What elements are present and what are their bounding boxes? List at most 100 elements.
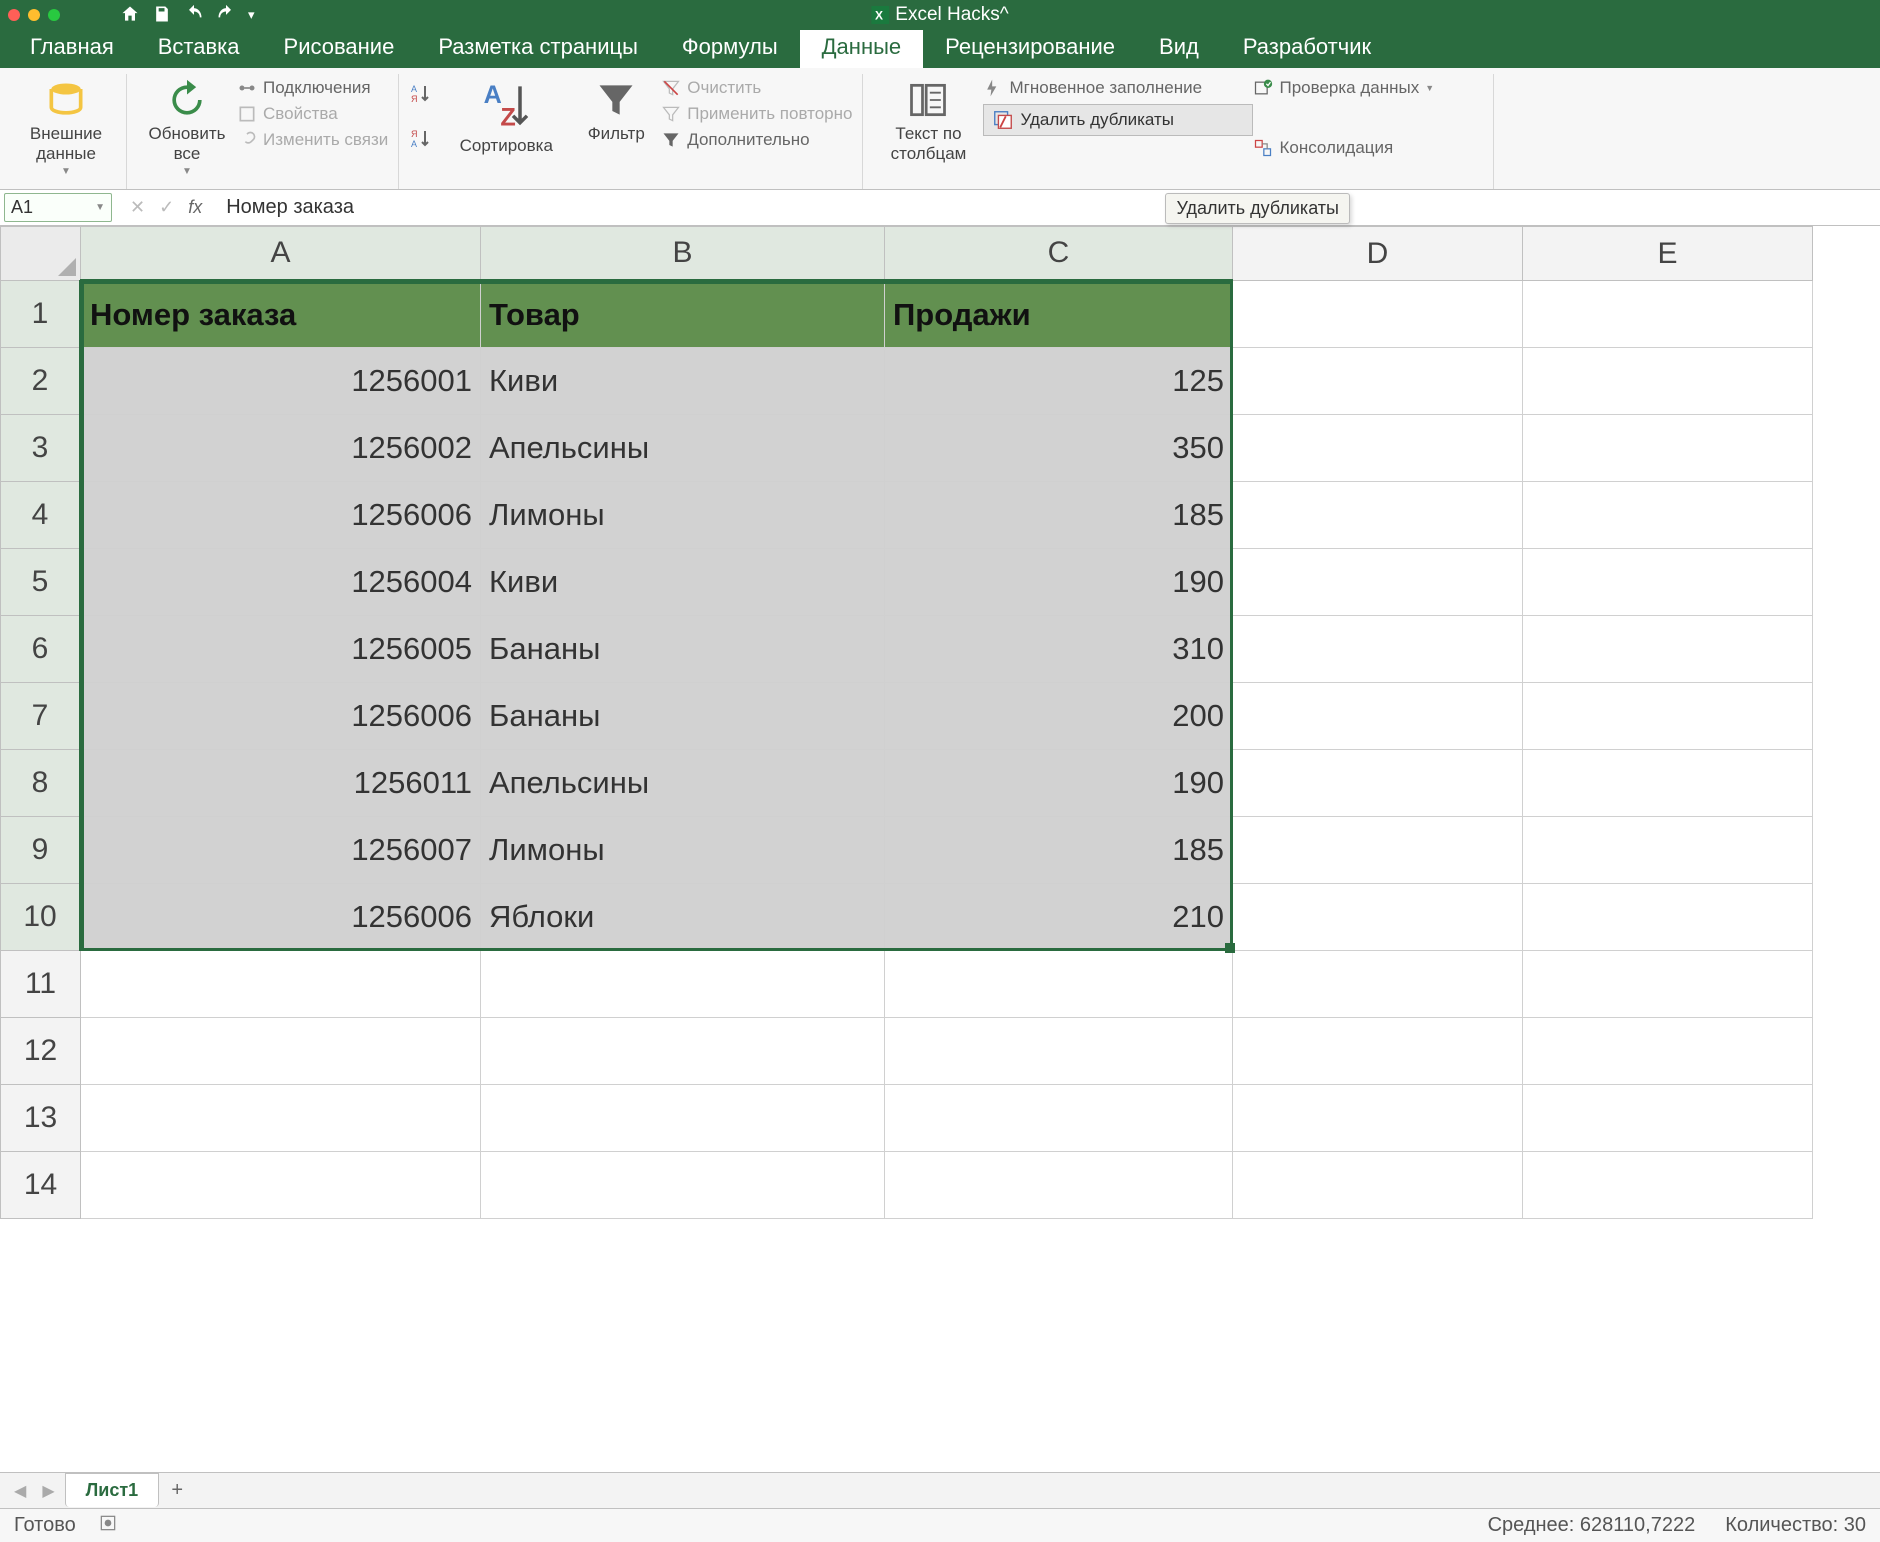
cell[interactable] [1233,750,1523,817]
filter-button[interactable]: Фильтр [571,74,661,144]
cell[interactable]: 1256006 [81,683,481,750]
cell[interactable]: 185 [885,817,1233,884]
cell[interactable] [1233,951,1523,1018]
cell[interactable] [1233,549,1523,616]
advanced-filter-button[interactable]: Дополнительно [661,130,852,150]
cell[interactable]: 210 [885,884,1233,951]
save-icon[interactable] [152,4,172,27]
cancel-formula-icon[interactable]: ✕ [130,197,145,218]
data-validation-button[interactable]: Проверка данных▼ [1253,78,1483,98]
row-header-3[interactable]: 3 [1,415,81,482]
column-header-E[interactable]: E [1523,227,1813,281]
cell[interactable]: 1256002 [81,415,481,482]
tab-review[interactable]: Рецензирование [923,26,1137,68]
cell[interactable]: Товар [481,281,885,348]
select-all-corner[interactable] [1,227,81,281]
tab-insert[interactable]: Вставка [136,26,262,68]
cell[interactable] [1523,415,1813,482]
cell[interactable] [885,1152,1233,1219]
cell[interactable]: 1256006 [81,482,481,549]
sort-asc-icon[interactable]: АЯ [409,82,433,109]
cell[interactable] [481,951,885,1018]
connections-button[interactable]: Подключения [237,78,388,98]
row-header-12[interactable]: 12 [1,1018,81,1085]
external-data-button[interactable]: Внешние данные ▼ [16,74,116,177]
cell[interactable]: Лимоны [481,482,885,549]
cell[interactable] [1233,415,1523,482]
cell[interactable] [885,951,1233,1018]
cell[interactable] [81,1152,481,1219]
row-header-10[interactable]: 10 [1,884,81,951]
cell[interactable] [1233,884,1523,951]
tab-page-layout[interactable]: Разметка страницы [416,26,660,68]
row-header-8[interactable]: 8 [1,750,81,817]
cell[interactable] [81,951,481,1018]
accept-formula-icon[interactable]: ✓ [159,197,174,218]
cell[interactable]: Апельсины [481,415,885,482]
sheet-nav-prev[interactable]: ◀ [8,1481,32,1501]
cell[interactable]: 185 [885,482,1233,549]
consolidate-button[interactable]: Консолидация [1253,138,1483,158]
cell[interactable]: Лимоны [481,817,885,884]
cell[interactable] [1233,348,1523,415]
cell[interactable] [1523,281,1813,348]
redo-icon[interactable] [216,4,236,27]
row-header-6[interactable]: 6 [1,616,81,683]
cell[interactable]: 1256007 [81,817,481,884]
cell[interactable] [1523,750,1813,817]
cell[interactable] [81,1085,481,1152]
cell[interactable]: Продажи [885,281,1233,348]
cell[interactable] [481,1018,885,1085]
cell[interactable]: Номер заказа [81,281,481,348]
cell[interactable]: 190 [885,549,1233,616]
cell[interactable]: 1256006 [81,884,481,951]
undo-icon[interactable] [184,4,204,27]
name-box[interactable]: A1 ▼ [4,193,112,222]
cell[interactable]: 200 [885,683,1233,750]
cell[interactable]: 310 [885,616,1233,683]
cell[interactable] [885,1085,1233,1152]
cell[interactable]: Бананы [481,683,885,750]
cell[interactable] [1523,616,1813,683]
minimize-window-button[interactable] [28,9,40,21]
flash-fill-button[interactable]: Мгновенное заполнение [983,78,1253,98]
cell[interactable]: Бананы [481,616,885,683]
cell[interactable] [1233,1085,1523,1152]
fx-icon[interactable]: fx [188,197,202,218]
cell[interactable] [1523,683,1813,750]
cell[interactable]: 125 [885,348,1233,415]
cell[interactable]: Апельсины [481,750,885,817]
sort-button[interactable]: AZ Сортировка [441,74,571,156]
cell[interactable] [1523,1085,1813,1152]
cell[interactable] [1233,817,1523,884]
cell[interactable] [1233,683,1523,750]
close-window-button[interactable] [8,9,20,21]
reapply-filter-button[interactable]: Применить повторно [661,104,852,124]
row-header-9[interactable]: 9 [1,817,81,884]
clear-filter-button[interactable]: Очистить [661,78,852,98]
cell[interactable] [81,1018,481,1085]
row-header-5[interactable]: 5 [1,549,81,616]
cell[interactable] [1523,482,1813,549]
row-header-13[interactable]: 13 [1,1085,81,1152]
cell[interactable] [1233,482,1523,549]
tab-formulas[interactable]: Формулы [660,26,800,68]
row-header-14[interactable]: 14 [1,1152,81,1219]
sheet-tab-1[interactable]: Лист1 [65,1473,160,1507]
cell[interactable] [1233,616,1523,683]
cell[interactable]: 350 [885,415,1233,482]
cell[interactable]: 1256011 [81,750,481,817]
edit-links-button[interactable]: Изменить связи [237,130,388,150]
cell[interactable] [1523,549,1813,616]
cell[interactable] [1523,348,1813,415]
tab-home[interactable]: Главная [8,26,136,68]
formula-input[interactable]: Номер заказа [216,196,1880,219]
cell[interactable]: 1256004 [81,549,481,616]
tab-view[interactable]: Вид [1137,26,1221,68]
home-icon[interactable] [120,4,140,27]
row-header-1[interactable]: 1 [1,281,81,348]
tab-draw[interactable]: Рисование [262,26,417,68]
cell[interactable] [1523,817,1813,884]
tab-data[interactable]: Данные [800,26,923,68]
cell[interactable] [1523,951,1813,1018]
